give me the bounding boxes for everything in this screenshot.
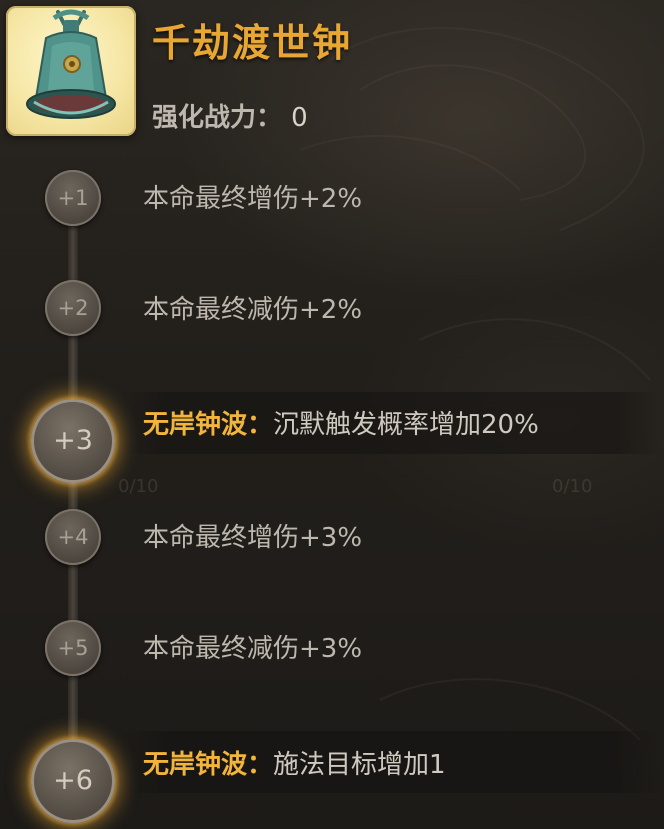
level-effect-5: 本命最终减伤+3% [143, 634, 363, 664]
skill-description: 施法目标增加1 [273, 750, 446, 780]
level-node-2[interactable]: +2 [45, 280, 101, 336]
level-effect-1: 本命最终增伤+2% [143, 184, 363, 214]
enhance-power-value: 0 [291, 103, 308, 133]
level-effect-4: 本命最终增伤+3% [143, 523, 363, 553]
skill-description: 沉默触发概率增加20% [273, 410, 539, 440]
background-counter: 0/10 [552, 476, 593, 497]
level-node-6[interactable]: +6 [31, 739, 115, 823]
level-node-5[interactable]: +5 [45, 620, 101, 676]
level-node-3[interactable]: +3 [31, 399, 115, 483]
bronze-bell-icon [26, 9, 116, 119]
item-icon[interactable] [6, 6, 136, 136]
level-effect-2: 本命最终减伤+2% [143, 295, 363, 325]
level-effect-3: 无岸钟波：沉默触发概率增加20% [143, 404, 539, 441]
enhance-power-label: 强化战力： [152, 103, 283, 133]
enhance-power: 强化战力： 0 [152, 97, 308, 134]
level-effect-6: 无岸钟波：施法目标增加1 [143, 744, 446, 781]
background-counter: 0/10 [118, 476, 159, 497]
item-title: 千劫渡世钟 [152, 21, 353, 65]
level-node-4[interactable]: +4 [45, 509, 101, 565]
level-node-1[interactable]: +1 [45, 170, 101, 226]
skill-name: 无岸钟波： [143, 410, 274, 440]
skill-name: 无岸钟波： [143, 750, 274, 780]
